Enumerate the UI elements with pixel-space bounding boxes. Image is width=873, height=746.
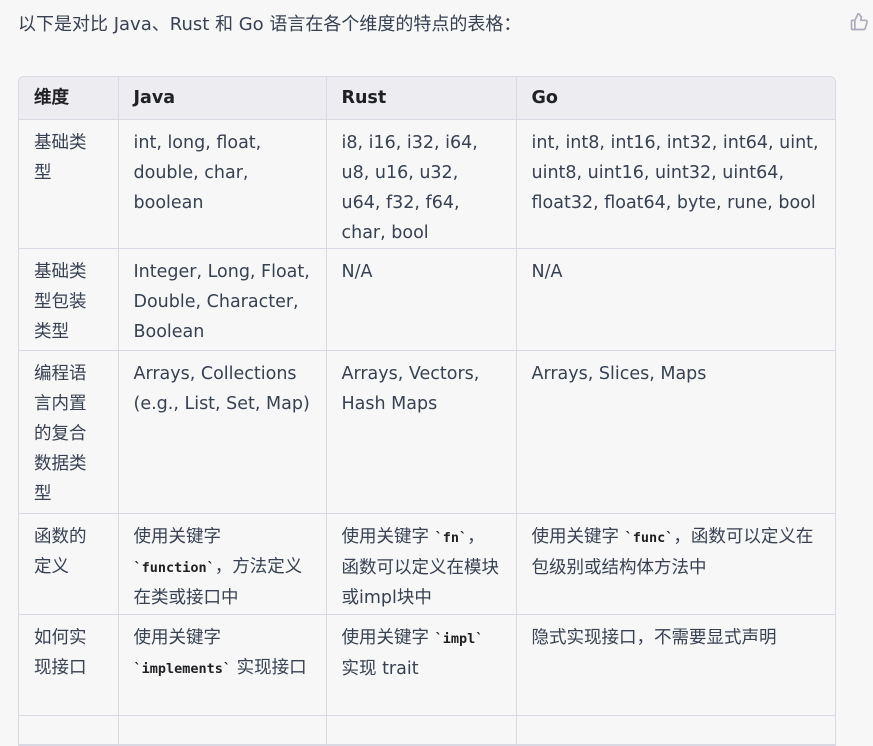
intro-text: 以下是对比 Java、Rust 和 Go 语言在各个维度的特点的表格：: [18, 14, 522, 35]
header-java: Java: [118, 77, 327, 120]
go-cell: int, int8, int16, int32, int64, uint, ui…: [531, 133, 825, 213]
rust-cell-prefix: 使用关键字: [341, 527, 435, 547]
table-row: 基础类型 int, long, float, double, char, boo…: [19, 119, 835, 249]
java-cell: 使用关键字 `function`，方法定义在类或接口中: [118, 513, 327, 615]
rust-cell: 使用关键字 `fn`，函数可以定义在模块或impl块中: [326, 513, 517, 615]
java-cell-suffix: 实现接口: [231, 658, 307, 678]
table-header-row: 维度 Java Rust Go: [19, 77, 835, 120]
rust-cell: N/A: [341, 262, 373, 282]
go-inline-code: `func`: [624, 530, 674, 546]
java-cell: int, long, float, double, char, boolean: [133, 133, 267, 213]
java-cell: Integer, Long, Float, Double, Character,…: [133, 262, 316, 342]
go-cell-prefix: 使用关键字: [531, 527, 625, 547]
header-go: Go: [516, 77, 835, 120]
rust-inline-code: `impl`: [434, 631, 484, 647]
go-cell: N/A: [531, 262, 563, 282]
java-inline-code: `implements`: [133, 661, 232, 677]
java-cell: 使用关键字 `implements` 实现接口: [118, 614, 327, 716]
header-dimension: 维度: [19, 77, 119, 120]
dimension-cell: [19, 715, 119, 745]
java-cell-prefix: 使用关键字: [133, 628, 222, 648]
dimension-cell: 基础类型: [34, 133, 87, 183]
table-row: 编程语言内置的复合数据类型 Arrays, Collections (e.g.,…: [19, 350, 835, 514]
java-cell: [118, 715, 327, 745]
rust-cell-suffix: 实现 trait: [341, 659, 419, 679]
table-row: 基础类型包装类型 Integer, Long, Float, Double, C…: [19, 248, 835, 351]
dimension-cell: 基础类型包装类型: [34, 262, 87, 342]
header-rust: Rust: [326, 77, 517, 120]
rust-cell: 使用关键字 `impl` 实现 trait: [326, 614, 517, 716]
table-row: 如何实现接口 使用关键字 `implements` 实现接口 使用关键字 `im…: [19, 614, 835, 716]
dimension-cell: 编程语言内置的复合数据类型: [34, 364, 87, 504]
table-row: 函数的定义 使用关键字 `function`，方法定义在类或接口中 使用关键字 …: [19, 513, 835, 615]
rust-cell: [326, 715, 517, 745]
java-cell: Arrays, Collections (e.g., List, Set, Ma…: [133, 364, 310, 414]
java-inline-code: `function`: [133, 560, 215, 576]
go-cell: 隐式实现接口，不需要显式声明: [531, 628, 777, 648]
go-cell: 使用关键字 `func`，函数可以定义在包级别或结构体方法中: [516, 513, 835, 615]
dimension-cell: 如何实现接口: [34, 628, 87, 678]
rust-inline-code: `fn`: [434, 530, 468, 546]
rust-cell: Arrays, Vectors, Hash Maps: [341, 364, 485, 414]
comparison-table: 维度 Java Rust Go 基础类型 int, long, float, d…: [18, 76, 836, 746]
table-row: [19, 715, 835, 745]
rust-cell: i8, i16, i32, i64, u8, u16, u32, u64, f3…: [341, 133, 484, 243]
go-cell: [516, 715, 835, 745]
go-cell: Arrays, Slices, Maps: [531, 364, 707, 384]
thumbs-up-icon[interactable]: [849, 12, 869, 32]
rust-cell-prefix: 使用关键字: [341, 628, 435, 648]
java-cell-prefix: 使用关键字: [133, 527, 222, 547]
dimension-cell: 函数的定义: [34, 527, 87, 577]
